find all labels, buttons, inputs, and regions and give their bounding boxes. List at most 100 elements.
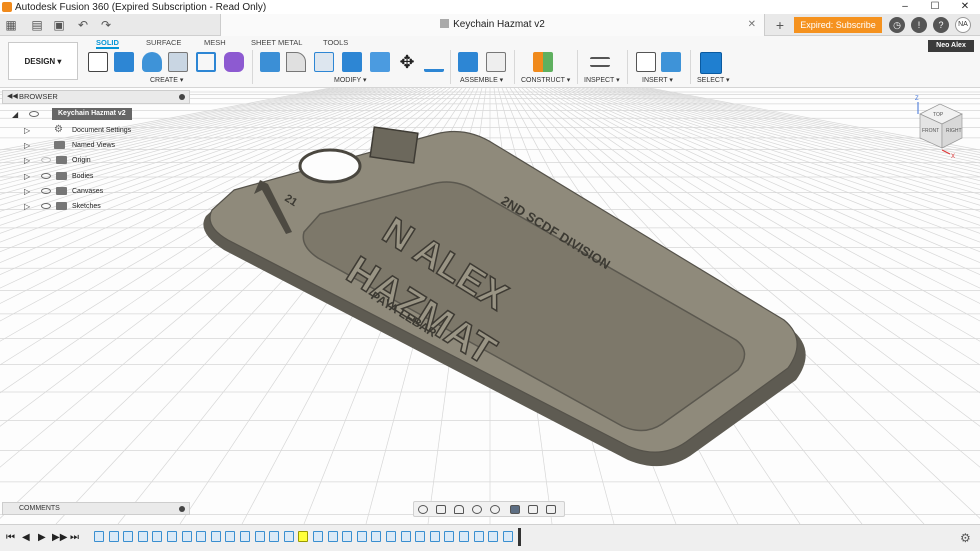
browser-pin-icon[interactable] [179, 94, 185, 100]
timeline-feature-icon[interactable] [240, 531, 250, 542]
timeline-feature-icon[interactable] [444, 531, 455, 542]
tab-mesh[interactable]: MESH [204, 38, 226, 47]
expand-triangle-icon[interactable]: ▷ [24, 124, 30, 137]
timeline-feature-icon[interactable] [137, 531, 148, 542]
combine-icon[interactable] [342, 52, 362, 72]
viewcube-front[interactable]: FRONT [922, 128, 939, 134]
timeline-feature-icon[interactable] [386, 531, 396, 542]
timeline-feature-icon[interactable] [108, 531, 119, 542]
tree-root[interactable]: ◢ Keychain Hazmat v2 [12, 108, 192, 121]
apps-grid-icon[interactable]: ▦ [4, 17, 18, 33]
timeline-first-button[interactable]: ⏮ [6, 532, 15, 544]
timeline-feature-icon[interactable] [356, 531, 367, 542]
fillet-icon[interactable] [286, 52, 306, 72]
help-icon[interactable]: ? [933, 17, 949, 33]
maximize-button[interactable]: ☐ [920, 0, 950, 14]
create-menu[interactable]: CREATE ▾ [150, 76, 183, 84]
revolve-icon[interactable] [142, 52, 162, 72]
workspace-switcher[interactable]: DESIGN ▾ [8, 42, 78, 80]
orbit-icon[interactable] [418, 505, 428, 514]
visibility-eye-icon[interactable] [29, 111, 39, 117]
extrude-icon[interactable] [114, 52, 134, 72]
display-settings-icon[interactable] [510, 505, 520, 514]
close-window-button[interactable]: ✕ [950, 0, 980, 14]
visibility-eye-icon[interactable] [41, 188, 51, 194]
tab-solid[interactable]: SOLID [96, 38, 119, 49]
select-menu[interactable]: SELECT ▾ [697, 76, 730, 84]
bell-icon[interactable]: ! [911, 17, 927, 33]
insert-menu[interactable]: INSERT ▾ [642, 76, 673, 84]
expand-triangle-icon[interactable]: ▷ [24, 200, 30, 213]
timeline-feature-icon[interactable] [488, 531, 499, 542]
timeline-feature-icon[interactable] [152, 531, 163, 542]
browser-header[interactable]: ◀◀ BROWSER [2, 90, 190, 104]
measure-icon[interactable] [590, 57, 610, 67]
expand-triangle-icon[interactable]: ▷ [24, 185, 30, 198]
comments-panel[interactable]: COMMENTS [2, 502, 190, 515]
create-sketch-icon[interactable] [88, 52, 108, 72]
move-icon[interactable]: ✥ [397, 52, 417, 72]
select-icon[interactable] [700, 52, 722, 74]
root-component-label[interactable]: Keychain Hazmat v2 [52, 108, 132, 120]
tree-item-origin[interactable]: ▷ Origin [24, 154, 174, 167]
shell-icon[interactable] [314, 52, 334, 72]
press-pull-icon[interactable] [260, 52, 280, 72]
timeline-feature-icon[interactable] [473, 531, 484, 542]
timeline-settings-gear-icon[interactable]: ⚙ [960, 531, 971, 545]
timeline-feature-icon[interactable] [196, 531, 207, 542]
visibility-eye-icon[interactable] [41, 157, 51, 163]
look-at-icon[interactable] [436, 505, 446, 514]
undo-icon[interactable]: ↶ [76, 17, 90, 33]
timeline-feature-icon[interactable] [283, 531, 294, 542]
tab-surface[interactable]: SURFACE [146, 38, 181, 47]
viewcube-right[interactable]: RIGHT [946, 128, 962, 134]
pan-hand-icon[interactable] [454, 505, 464, 514]
timeline-next-button[interactable]: ▶▶ [52, 532, 67, 544]
tree-item-sketches[interactable]: ▷ Sketches [24, 200, 174, 213]
timeline-feature-icon[interactable] [400, 531, 411, 542]
hole-icon[interactable] [168, 52, 188, 72]
visibility-eye-icon[interactable] [41, 173, 51, 179]
new-component-icon[interactable] [458, 52, 478, 72]
fit-icon[interactable] [490, 505, 500, 514]
subscribe-button[interactable]: Expired: Subscribe Now [794, 17, 882, 46]
inspect-menu[interactable]: INSPECT ▾ [584, 76, 620, 84]
new-tab-button[interactable]: + [773, 17, 787, 33]
offset-plane-icon[interactable] [533, 52, 553, 72]
keychain-model[interactable]: 2ND SCDF DIVISION N ALEX HAZMAT 21 PAYA … [203, 126, 806, 467]
timeline-feature-icon[interactable] [225, 531, 236, 542]
timeline-feature-icon[interactable] [415, 531, 426, 542]
zoom-icon[interactable] [472, 505, 482, 514]
timeline-feature-icon[interactable] [327, 531, 338, 542]
timeline-feature-icon[interactable] [298, 531, 309, 542]
clock-icon[interactable]: ◷ [889, 17, 905, 33]
viewcube-top[interactable]: TOP [933, 112, 944, 118]
minimize-button[interactable]: – [890, 0, 920, 14]
scale-icon[interactable] [370, 52, 390, 72]
save-icon[interactable]: ▣ [52, 17, 66, 33]
timeline-prev-button[interactable]: ◀ [22, 532, 30, 544]
timeline-feature-icon[interactable] [181, 531, 192, 542]
create-form-icon[interactable] [224, 52, 244, 72]
timeline-feature-icon[interactable] [167, 531, 177, 542]
tree-item-canvases[interactable]: ▷ Canvases [24, 185, 174, 198]
collapse-chevron-icon[interactable]: ◀◀ [7, 91, 18, 103]
visibility-eye-icon[interactable] [41, 203, 51, 209]
comments-add-icon[interactable] [179, 506, 185, 512]
redo-icon[interactable]: ↷ [99, 17, 113, 33]
timeline-marker[interactable] [518, 528, 521, 546]
expand-triangle-icon[interactable]: ▷ [24, 154, 30, 167]
construct-menu[interactable]: CONSTRUCT ▾ [521, 76, 570, 84]
user-name[interactable]: Neo Alex [928, 40, 974, 52]
expand-triangle-icon[interactable]: ◢ [12, 108, 18, 121]
tab-tools[interactable]: TOOLS [323, 38, 348, 47]
timeline-feature-icon[interactable] [429, 531, 440, 542]
timeline-feature-icon[interactable] [123, 531, 134, 542]
timeline-feature-icon[interactable] [269, 531, 280, 542]
insert-canvas-icon[interactable] [661, 52, 681, 72]
document-tab[interactable]: Keychain Hazmat v2 ✕ [220, 14, 765, 36]
tree-item-named-views[interactable]: ▷ Named Views [24, 139, 174, 152]
timeline-feature-icon[interactable] [371, 531, 382, 542]
timeline-feature-icon[interactable] [459, 531, 469, 542]
insert-derive-icon[interactable] [636, 52, 656, 72]
